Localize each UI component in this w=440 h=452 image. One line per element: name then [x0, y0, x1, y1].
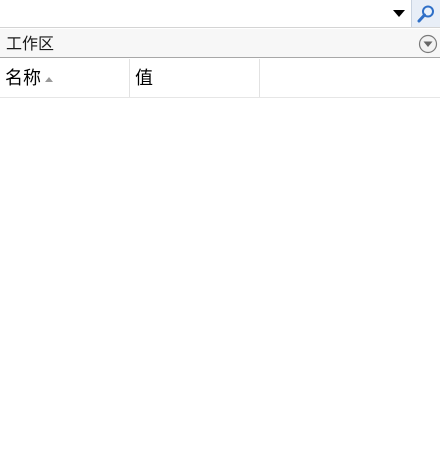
workspace-panel: 工作区 名称 值 — [0, 0, 440, 452]
sort-ascending-icon — [45, 77, 53, 82]
magnifier-icon — [417, 5, 434, 22]
column-header-value[interactable]: 值 — [130, 59, 260, 97]
workspace-title: 工作区 — [6, 34, 55, 53]
search-input[interactable] — [0, 0, 386, 27]
table-header: 名称 值 — [0, 59, 440, 98]
triangle-down-icon — [393, 10, 405, 17]
column-header-name[interactable]: 名称 — [0, 59, 130, 97]
workspace-header: 工作区 — [0, 29, 440, 58]
workspace-actions-button[interactable] — [418, 34, 438, 54]
column-header-label: 值 — [135, 68, 153, 89]
variable-list[interactable] — [0, 98, 440, 452]
column-header-label: 名称 — [5, 68, 41, 89]
search-bar — [0, 0, 440, 28]
search-history-dropdown-button[interactable] — [388, 0, 410, 27]
search-button[interactable] — [411, 0, 440, 27]
circle-chevron-down-icon — [418, 34, 438, 54]
